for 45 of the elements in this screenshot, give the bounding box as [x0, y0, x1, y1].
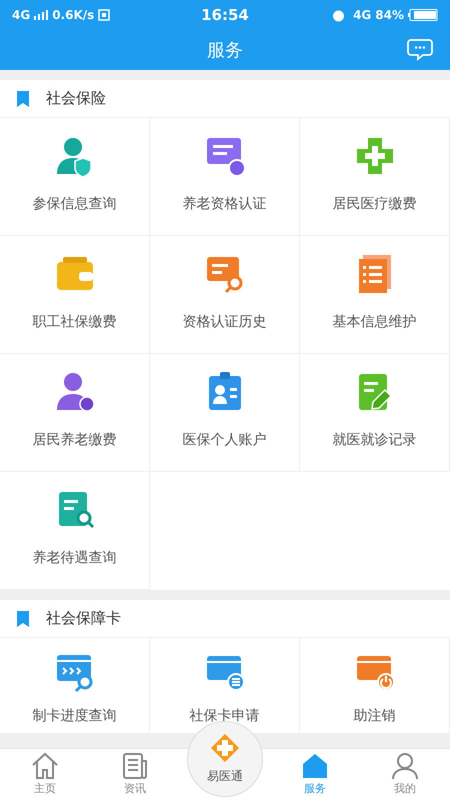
service-tile[interactable]: 职工社保缴费 — [0, 236, 150, 354]
tile-label: 参保信息查询 — [32, 195, 116, 214]
person-icon — [390, 751, 420, 782]
clock: 16:54 — [200, 4, 250, 26]
tile-label: 居民养老缴费 — [32, 431, 116, 450]
tile-label: 职工社保缴费 — [32, 313, 116, 332]
tile-label: 资格认证历史 — [182, 313, 266, 332]
nav-tab[interactable]: 主页 — [0, 749, 90, 800]
service-tile[interactable]: 基本信息维护 — [300, 236, 450, 354]
nav-tab[interactable]: 我的 — [360, 749, 450, 800]
tile-label: 就医就诊记录 — [332, 431, 416, 450]
tile-label: 养老待遇查询 — [32, 549, 116, 568]
service-tile[interactable]: 参保信息查询 — [0, 118, 150, 236]
network-speed: 0.6K/s — [52, 7, 94, 24]
service-tile[interactable]: 就医就诊记录 — [300, 354, 450, 472]
battery-icon — [408, 9, 438, 21]
service-tile[interactable]: 养老资格认证 — [150, 118, 300, 236]
section-title: 社会保障卡 — [46, 608, 121, 630]
tile-label: 居民医疗缴费 — [332, 195, 416, 214]
news-icon — [120, 751, 150, 782]
tile-label: 医保个人账户 — [182, 431, 266, 450]
service-tile[interactable]: 居民医疗缴费 — [300, 118, 450, 236]
center-nav-button[interactable]: 易医通 — [187, 721, 263, 797]
home-icon — [30, 751, 60, 782]
medical-cross-icon — [210, 733, 240, 763]
service-tile[interactable]: 资格认证历史 — [150, 236, 300, 354]
signal-icon — [34, 10, 48, 20]
service-tile[interactable]: 居民养老缴费 — [0, 354, 150, 472]
tile-label: 基本信息维护 — [332, 313, 416, 332]
service-tile[interactable]: 助注销 — [300, 638, 450, 734]
bookmark-icon — [16, 610, 30, 626]
service-tile[interactable]: 养老待遇查询 — [0, 472, 150, 590]
network-type: 4G — [353, 7, 372, 24]
notification-icon — [98, 9, 110, 21]
battery-percent: 84% — [375, 7, 404, 24]
service-tile[interactable]: 医保个人账户 — [150, 354, 300, 472]
tile-label: 养老资格认证 — [182, 195, 266, 214]
bookmark-icon — [16, 90, 30, 106]
section-title: 社会保险 — [46, 88, 106, 110]
service-tile[interactable]: 制卡进度查询 — [0, 638, 150, 734]
network-type: 4G — [12, 7, 30, 24]
page-title: 服务 — [207, 38, 243, 62]
nav-tab[interactable]: 资讯 — [90, 749, 180, 800]
tile-label: 助注销 — [354, 707, 396, 726]
tile-label: 制卡进度查询 — [32, 707, 116, 726]
